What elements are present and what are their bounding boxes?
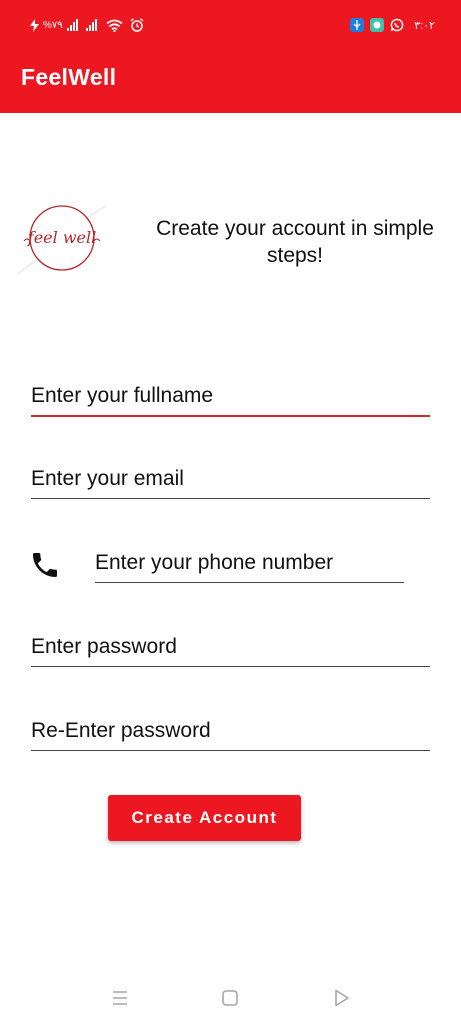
messaging-app-icon	[370, 18, 385, 32]
back-icon[interactable]	[329, 986, 353, 1010]
fullname-field[interactable]: Enter your fullname	[31, 376, 430, 417]
app-title: FeelWell	[21, 64, 117, 90]
status-time: ٣:٠٢	[414, 19, 435, 32]
create-account-button[interactable]: Create Account	[108, 795, 301, 841]
phone-label: Enter your phone number	[95, 551, 334, 574]
signup-headline: Create your account in simple steps!	[156, 217, 434, 267]
fullname-underline	[31, 415, 430, 417]
menu-icon[interactable]	[108, 986, 132, 1010]
email-field[interactable]: Enter your email	[31, 459, 430, 499]
password-underline	[31, 666, 430, 667]
phone-icon	[33, 553, 57, 577]
email-label: Enter your email	[31, 467, 184, 490]
usb-debug-icon	[350, 18, 365, 32]
password-field[interactable]: Enter password	[31, 627, 430, 667]
alarm-icon	[130, 18, 144, 32]
status-right: ٣:٠٢	[350, 18, 435, 32]
system-nav-bar	[0, 970, 461, 1024]
whatsapp-icon	[390, 18, 404, 32]
feelwell-logo: feel well	[17, 205, 107, 275]
charging-icon	[30, 18, 39, 32]
phone-field[interactable]: Enter your phone number	[95, 543, 404, 583]
reenter-password-label: Re-Enter password	[31, 719, 211, 742]
reenter-password-underline	[31, 750, 430, 751]
wifi-icon	[106, 19, 123, 32]
signal-icon	[85, 19, 97, 31]
status-bar: %٧٩ ٣:٠٢	[0, 0, 461, 56]
app-bar: %٧٩ ٣:٠٢ FeelWell	[0, 0, 461, 113]
phone-underline	[95, 582, 404, 583]
battery-percent: %٧٩	[43, 19, 63, 31]
svg-text:feel well: feel well	[27, 228, 96, 247]
status-left: %٧٩	[30, 18, 144, 32]
signal-icon	[66, 19, 78, 31]
home-icon[interactable]	[218, 986, 242, 1010]
password-label: Enter password	[31, 635, 177, 658]
email-underline	[31, 498, 430, 499]
reenter-password-field[interactable]: Re-Enter password	[31, 711, 430, 751]
fullname-label: Enter your fullname	[31, 384, 214, 407]
